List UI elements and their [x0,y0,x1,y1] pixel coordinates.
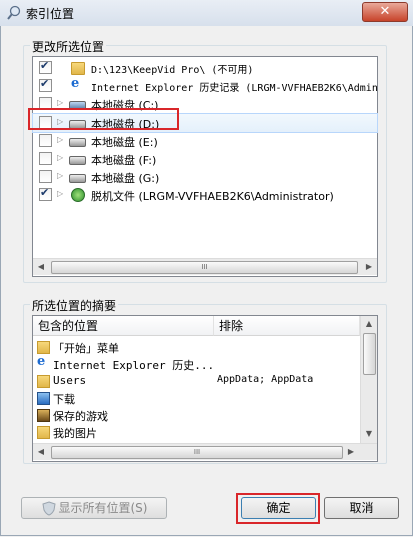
summary-vertical-scrollbar[interactable]: ▲ ▼ [360,316,377,443]
location-item[interactable]: ▷ 本地磁盘 (F:) [33,150,377,168]
location-label: Internet Explorer 历史记录 (LRGM-VVFHAEB2K6\… [91,83,378,95]
summary-label: 所选位置的摘要 [30,297,119,314]
summary-row[interactable]: 保存的游戏 [33,406,377,423]
show-all-locations-button[interactable]: 显示所有位置(S) [21,497,167,519]
location-label: 本地磁盘 (F:) [91,154,157,167]
location-item[interactable]: D:\123\KeepVid Pro\ (不可用) [33,59,377,77]
location-checkbox[interactable] [39,186,52,202]
summary-vertical-thumb[interactable] [363,333,376,375]
saved-games-icon [37,409,50,422]
summary-scroll-left-icon[interactable]: ◀ [33,444,49,460]
ie-icon: e [71,76,80,92]
expand-arrow-icon[interactable]: ▷ [57,135,63,144]
expand-arrow-icon[interactable]: ▷ [57,171,63,180]
folder-icon [71,62,85,75]
location-label: D:\123\KeepVid Pro\ (不可用) [91,65,254,76]
summary-row[interactable]: 我的图片 [33,423,377,440]
location-checkbox[interactable] [39,59,52,74]
summary-row[interactable]: e Internet Explorer 历史... [33,354,377,372]
summary-group: 所选位置的摘要 包含的位置 排除 「开始」菜单 e Internet Explore… [23,297,387,464]
location-item[interactable]: ▷ 本地磁盘 (G:) [33,168,377,186]
search-index-icon [7,5,21,20]
close-button[interactable]: ✕ [362,2,408,22]
summary-list[interactable]: 包含的位置 排除 「开始」菜单 e Internet Explorer 历史... U… [32,315,378,462]
summary-row[interactable]: 「开始」菜单 [33,338,377,355]
scroll-right-icon[interactable]: ▶ [361,259,377,275]
folder-icon [37,341,50,354]
included-location: Users [53,374,87,387]
expand-arrow-icon[interactable]: ▷ [57,98,63,107]
location-checkbox[interactable] [39,170,52,184]
location-checkbox[interactable] [39,152,52,165]
included-location: 「开始」菜单 [53,342,119,355]
expand-arrow-icon[interactable]: ▷ [57,153,63,162]
drive-icon [69,156,86,165]
summary-horizontal-scrollbar[interactable]: ◀ III ▶ [33,443,377,460]
scroll-thumb[interactable]: III [51,261,358,274]
excluded-column-header[interactable]: 排除 [214,316,360,336]
location-label: 本地磁盘 (E:) [91,135,158,149]
close-icon: ✕ [379,4,391,19]
summary-scroll-thumb[interactable]: III [51,446,343,459]
shield-icon [42,501,56,516]
location-label: 本地磁盘 (G:) [91,172,160,186]
download-icon [37,392,50,405]
window-title: 索引位置 [26,7,75,21]
location-checkbox[interactable] [39,77,52,93]
included-column-header[interactable]: 包含的位置 [33,316,214,336]
dialog-body: 更改所选位置 D:\123\KeepVid Pro\ (不可用) e Interne… [0,26,413,536]
cancel-label: 取消 [349,501,374,515]
locations-tree[interactable]: D:\123\KeepVid Pro\ (不可用) e Internet Explo… [32,56,378,277]
pictures-icon [37,426,50,439]
drive-icon [69,174,86,184]
scroll-left-icon[interactable]: ◀ [33,259,49,275]
scroll-down-icon[interactable]: ▼ [361,426,377,442]
excluded-paths: AppData; AppData [217,374,314,385]
show-all-label: 显示所有位置(S) [58,501,148,515]
tree-horizontal-scrollbar[interactable]: ◀ III ▶ [33,258,377,275]
cancel-button[interactable]: 取消 [324,497,399,519]
included-location: 下载 [53,393,75,406]
highlight-ok-button [236,493,320,524]
offline-files-icon [71,188,85,203]
change-locations-group: 更改所选位置 D:\123\KeepVid Pro\ (不可用) e Interne… [23,38,387,283]
included-location: 我的图片 [53,427,97,440]
location-label: 脱机文件 (LRGM-VVFHAEB2K6\Administrator) [91,190,334,204]
title-bar: 索引位置 ✕ [0,0,413,27]
ie-icon: e [37,354,46,369]
folder-icon [37,375,50,388]
highlight-drive-d [28,108,179,130]
location-item[interactable]: ▷ 本地磁盘 (E:) [33,132,377,150]
expand-arrow-icon[interactable]: ▷ [57,189,63,198]
scroll-up-icon[interactable]: ▲ [361,316,377,332]
drive-icon [69,137,86,147]
included-location: 保存的游戏 [53,410,108,423]
summary-row[interactable]: 下载 [33,389,377,406]
location-checkbox[interactable] [39,133,52,147]
included-location: Internet Explorer 历史... [53,359,215,372]
summary-scroll-right-icon[interactable]: ▶ [343,444,359,460]
change-locations-label: 更改所选位置 [30,38,107,55]
summary-row[interactable]: Users AppData; AppData [33,372,377,389]
location-item[interactable]: e Internet Explorer 历史记录 (LRGM-VVFHAEB2K6… [33,76,378,95]
location-item[interactable]: ▷ 脱机文件 (LRGM-VVFHAEB2K6\Administrator) [33,186,377,204]
